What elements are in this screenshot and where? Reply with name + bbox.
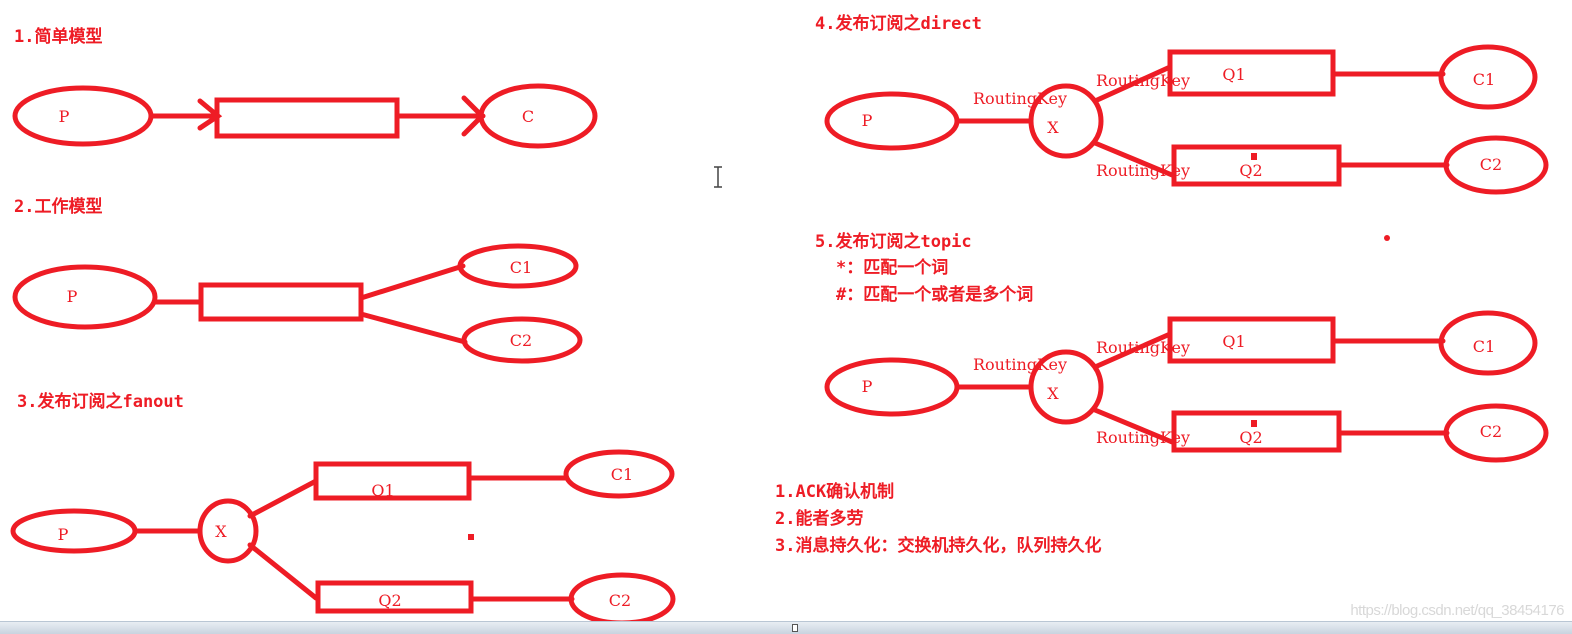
consumer-label: C1 [611, 465, 633, 484]
consumer-label: C2 [1480, 155, 1502, 174]
section-title-fanout: 3.发布订阅之fanout [17, 392, 184, 412]
producer-label: P [862, 377, 873, 396]
feature-item: 3.消息持久化：交换机持久化，队列持久化 [775, 536, 1102, 556]
exchange-label: X [1047, 384, 1059, 403]
exchange-node [197, 498, 259, 564]
edge [247, 478, 319, 519]
queue-box [1167, 49, 1336, 97]
stray-mark [1251, 153, 1257, 160]
simple-model-diagram [12, 83, 598, 149]
producer-node [824, 357, 960, 417]
stray-mark [1251, 420, 1257, 427]
queue-label: Q2 [1239, 428, 1262, 447]
watermark: https://blog.csdn.net/qq_38454176 [1350, 602, 1564, 619]
feature-item: 1.ACK确认机制 [775, 482, 895, 502]
producer-label: P [862, 111, 873, 130]
topic-note: #：匹配一个或者是多个词 [836, 285, 1034, 305]
consumer-label: C2 [510, 331, 532, 350]
edge [247, 542, 319, 601]
stray-mark [1384, 235, 1390, 241]
exchange-label: X [1047, 118, 1059, 137]
queue-label: Q2 [1239, 161, 1262, 180]
producer-node [12, 85, 154, 147]
consumer-label: C1 [1473, 337, 1495, 356]
routing-key-label: RoutingKey [1096, 71, 1190, 90]
scrollbar-handle[interactable] [792, 624, 798, 632]
consumer-label: C [522, 107, 534, 126]
section-title-topic: 5.发布订阅之topic [815, 232, 972, 252]
producer-node [10, 508, 138, 554]
producer-label: P [58, 525, 69, 544]
queue-label: Q1 [1222, 332, 1245, 351]
queue-box [214, 97, 400, 139]
exchange-label: X [215, 522, 227, 541]
queue-label: Q2 [378, 591, 401, 610]
topic-note: *：匹配一个词 [836, 258, 949, 278]
consumer-label: C1 [1473, 70, 1495, 89]
fanout-diagram [10, 449, 676, 621]
producer-label: P [67, 287, 78, 306]
section-title-work: 2.工作模型 [14, 197, 103, 217]
producer-node [12, 264, 158, 330]
queue-label: Q1 [371, 481, 394, 500]
queue-box [198, 282, 364, 322]
routing-key-label: RoutingKey [973, 89, 1067, 108]
edge [358, 311, 468, 345]
horizontal-scrollbar[interactable] [0, 621, 1572, 634]
queue-label: Q1 [1222, 65, 1245, 84]
consumer-label: C2 [609, 591, 631, 610]
routing-key-label: RoutingKey [973, 355, 1067, 374]
consumer-label: C1 [510, 258, 532, 277]
feature-item: 2.能者多劳 [775, 509, 864, 529]
routing-key-label: RoutingKey [1096, 428, 1190, 447]
routing-key-label: RoutingKey [1096, 338, 1190, 357]
consumer-node [478, 83, 598, 149]
routing-key-label: RoutingKey [1096, 161, 1190, 180]
queue-box [1167, 316, 1336, 364]
text-cursor-icon [714, 166, 722, 188]
producer-node [824, 91, 960, 151]
section-title-simple: 1.简单模型 [14, 27, 103, 47]
work-model-diagram [12, 243, 583, 364]
consumer-label: C2 [1480, 422, 1502, 441]
section-title-direct: 4.发布订阅之direct [815, 14, 982, 34]
producer-label: P [59, 107, 70, 126]
stray-mark [468, 534, 474, 540]
edge [358, 263, 466, 301]
